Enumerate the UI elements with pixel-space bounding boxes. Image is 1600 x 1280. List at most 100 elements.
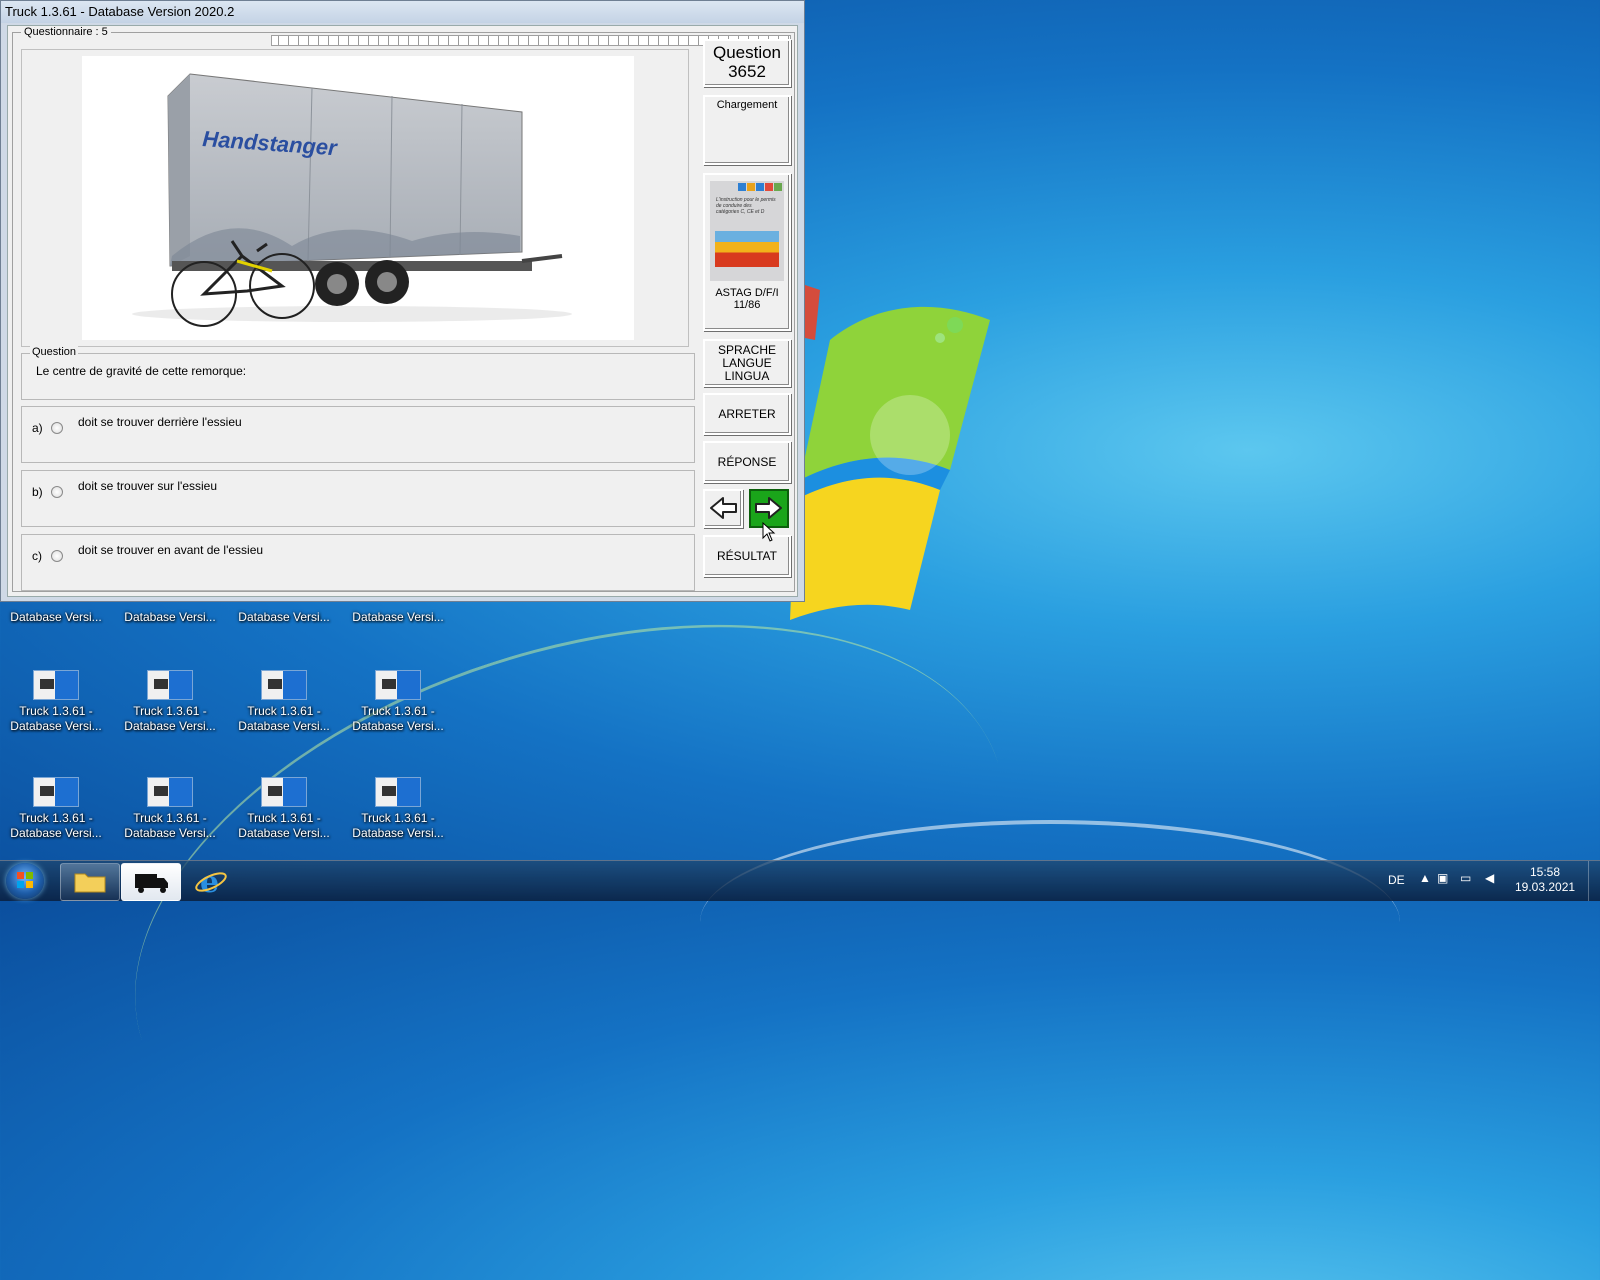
language-button[interactable]: SPRACHE LANGUE LINGUA <box>703 339 791 387</box>
desktop-icon-label: Truck 1.3.61 - <box>361 811 435 825</box>
desktop-icon-label: Database Versi... <box>352 826 444 840</box>
result-button[interactable]: RÉSULTAT <box>703 535 791 577</box>
app-shortcut-icon <box>147 670 193 700</box>
device-icon[interactable]: ▣ <box>1437 871 1448 885</box>
app-shortcut-icon <box>33 670 79 700</box>
question-number-box: Question 3652 <box>703 39 791 87</box>
start-button[interactable] <box>6 863 44 899</box>
arrow-right-icon <box>755 497 782 519</box>
clock[interactable]: 15:58 19.03.2021 <box>1515 865 1575 895</box>
stop-button[interactable]: ARRETER <box>703 393 791 435</box>
desktop-icon-truck[interactable]: Truck 1.3.61 - Database Versi... <box>342 670 454 734</box>
desktop-icon-label: Database Versi... <box>124 719 216 733</box>
window-client-area: Questionnaire : 5 Handstanger Question L… <box>7 25 798 597</box>
book-caption-line2: 11/86 <box>733 299 761 311</box>
previous-button[interactable] <box>703 489 743 528</box>
answer-radio[interactable] <box>51 486 63 498</box>
app-shortcut-icon <box>147 777 193 807</box>
language-indicator[interactable]: DE <box>1388 873 1405 887</box>
question-image-panel: Handstanger <box>21 49 689 347</box>
stop-label: ARRETER <box>718 406 776 421</box>
language-label-fr: LANGUE <box>722 355 772 370</box>
desktop-icon-label: Database Versi... <box>10 826 102 840</box>
desktop-icon-label: Truck 1.3.61 - <box>247 811 321 825</box>
desktop-icon-truck[interactable]: Truck 1.3.61 - Database Versi... <box>0 670 112 734</box>
desktop-icon-label: Truck 1.3.61 - <box>133 811 207 825</box>
desktop-icon-truck[interactable]: Truck 1.3.61 - Database Versi... <box>228 777 340 841</box>
desktop-icon-truck[interactable]: Truck 1.3.61 - Database Versi... <box>114 670 226 734</box>
truck-app-icon <box>135 874 168 893</box>
app-shortcut-icon <box>375 777 421 807</box>
question-text: Le centre de gravité de cette remorque: <box>36 364 247 378</box>
questionnaire-group: Questionnaire : 5 Handstanger Question L… <box>12 26 795 592</box>
answer-label: RÉPONSE <box>717 454 777 469</box>
desktop-icon-label[interactable]: Database Versi... <box>114 610 226 624</box>
app-shortcut-icon <box>33 777 79 807</box>
desktop-icon-label: Truck 1.3.61 - <box>133 704 207 718</box>
clock-time: 15:58 <box>1529 865 1561 879</box>
book-caption-line1: ASTAG D/F/I <box>715 287 779 299</box>
answer-button[interactable]: RÉPONSE <box>703 441 791 483</box>
answer-option-b[interactable]: b) doit se trouver sur l'essieu <box>21 470 695 527</box>
answer-text: doit se trouver sur l'essieu <box>78 479 218 493</box>
show-desktop-button[interactable] <box>1588 861 1600 901</box>
status-label: Chargement <box>716 99 778 111</box>
answer-text: doit se trouver derrière l'essieu <box>78 415 242 429</box>
arrow-left-icon <box>710 497 737 519</box>
taskbar-ie-button[interactable]: e <box>186 863 236 900</box>
question-group: Question Le centre de gravité de cette r… <box>21 346 695 400</box>
desktop-icon-label: Truck 1.3.61 - <box>247 704 321 718</box>
desktop-icon-truck[interactable]: Truck 1.3.61 - Database Versi... <box>114 777 226 841</box>
window-title: Truck 1.3.61 - Database Version 2020.2 <box>5 4 235 19</box>
question-number-title: Question <box>712 43 782 62</box>
desktop-icon-label[interactable]: Database Versi... <box>228 610 340 624</box>
app-shortcut-icon <box>261 777 307 807</box>
bus-image <box>715 231 779 267</box>
desktop-icon-label: Truck 1.3.61 - <box>361 704 435 718</box>
taskbar-truck-app-button[interactable] <box>121 863 181 901</box>
question-number: 3652 <box>728 62 766 81</box>
desktop-icon-label: Database Versi... <box>352 719 444 733</box>
answer-option-a[interactable]: a) doit se trouver derrière l'essieu <box>21 406 695 463</box>
book-cover-title: L'instruction pour le permis de conduire… <box>716 197 776 215</box>
questionnaire-label: Questionnaire : 5 <box>21 26 111 38</box>
app-shortcut-icon <box>261 670 307 700</box>
desktop-icon-label: Truck 1.3.61 - <box>19 811 93 825</box>
answer-letter: b) <box>32 485 43 499</box>
answer-option-c[interactable]: c) doit se trouver en avant de l'essieu <box>21 534 695 591</box>
language-label-it: LINGUA <box>724 368 770 383</box>
desktop-icon-truck[interactable]: Truck 1.3.61 - Database Versi... <box>228 670 340 734</box>
folder-icon <box>74 873 106 893</box>
mouse-cursor-icon <box>762 522 776 542</box>
network-icon[interactable]: ▭ <box>1460 871 1471 885</box>
internet-explorer-icon: e <box>195 865 227 900</box>
answer-letter: a) <box>32 421 43 435</box>
reference-book-box: L'instruction pour le permis de conduire… <box>703 173 791 331</box>
show-hidden-icons[interactable]: ▲ <box>1419 871 1431 885</box>
windows-logo <box>790 280 990 620</box>
result-label: RÉSULTAT <box>716 548 777 563</box>
svg-text:e: e <box>200 865 219 899</box>
taskbar-explorer-button[interactable] <box>60 863 120 901</box>
answer-text: doit se trouver en avant de l'essieu <box>78 543 264 557</box>
answer-radio[interactable] <box>51 550 63 562</box>
desktop-icon-label: Truck 1.3.61 - <box>19 704 93 718</box>
volume-icon[interactable]: ◀ <box>1485 871 1494 885</box>
title-bar[interactable]: Truck 1.3.61 - Database Version 2020.2 <box>1 1 804 23</box>
question-group-label: Question <box>30 346 79 358</box>
category-tags <box>738 183 782 191</box>
answer-radio[interactable] <box>51 422 63 434</box>
clock-date: 19.03.2021 <box>1515 880 1576 894</box>
app-shortcut-icon <box>375 670 421 700</box>
question-image: Handstanger <box>82 56 634 340</box>
desktop-icon-truck[interactable]: Truck 1.3.61 - Database Versi... <box>0 777 112 841</box>
desktop-icon-label[interactable]: Database Versi... <box>0 610 112 624</box>
desktop-icon-label: Database Versi... <box>238 719 330 733</box>
app-window: Truck 1.3.61 - Database Version 2020.2 Q… <box>0 0 805 602</box>
desktop-icon-label: Database Versi... <box>10 719 102 733</box>
trailer-illustration: Handstanger <box>132 73 572 327</box>
desktop-icon-label[interactable]: Database Versi... <box>342 610 454 624</box>
desktop-swoosh <box>700 820 1400 1024</box>
windows-start-icon <box>17 872 33 888</box>
desktop-icon-truck[interactable]: Truck 1.3.61 - Database Versi... <box>342 777 454 841</box>
